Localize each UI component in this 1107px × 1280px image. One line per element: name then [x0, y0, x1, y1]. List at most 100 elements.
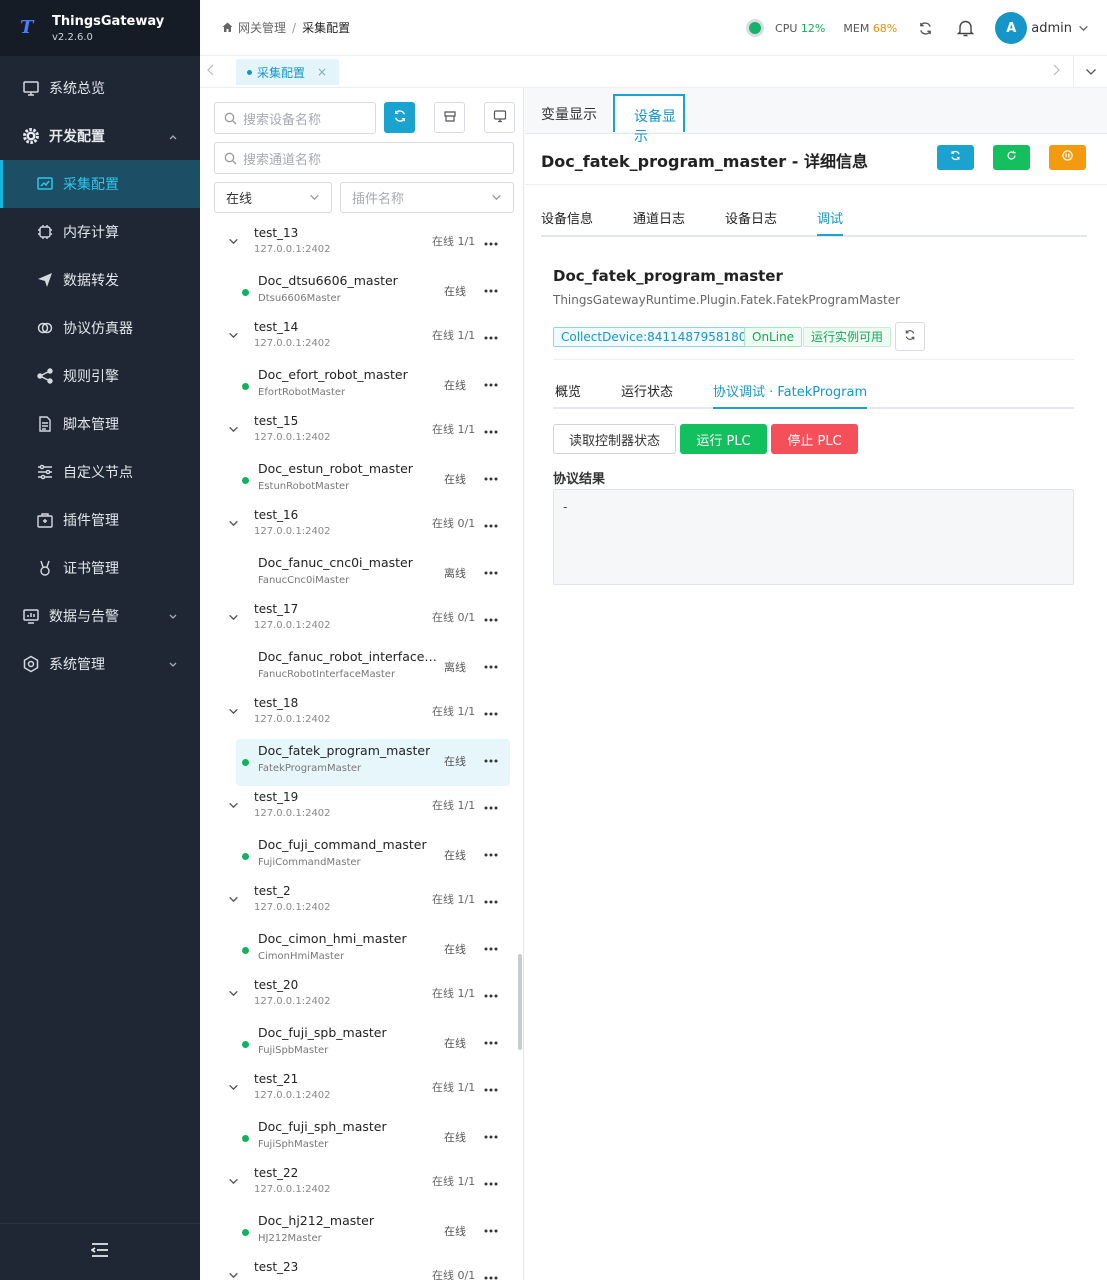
channel-row[interactable]: test_14 127.0.0.1:2402 在线 1/1 — [200, 316, 518, 363]
restart-device-button[interactable] — [993, 145, 1030, 170]
chevron-down-icon[interactable] — [228, 424, 239, 439]
chevron-down-icon[interactable] — [1078, 23, 1089, 34]
device-row[interactable]: Doc_hj212_master HJ212Master 在线 — [236, 1209, 510, 1256]
chevron-down-icon[interactable] — [228, 1270, 239, 1280]
channel-row[interactable]: test_18 127.0.0.1:2402 在线 1/1 — [200, 692, 518, 739]
channel-row[interactable]: test_22 127.0.0.1:2402 在线 1/1 — [200, 1162, 518, 1209]
sidebar-item-script-manage[interactable]: 脚本管理 — [0, 400, 200, 448]
channel-row[interactable]: test_19 127.0.0.1:2402 在线 1/1 — [200, 786, 518, 833]
tab-device-view[interactable]: 设备显示 — [613, 94, 685, 145]
tab-device-info[interactable]: 设备信息 — [541, 208, 593, 227]
more-icon[interactable] — [484, 282, 498, 297]
tab-overview[interactable]: 概览 — [555, 381, 581, 400]
run-plc-button[interactable]: 运行 PLC — [680, 424, 767, 454]
chevron-down-icon[interactable] — [228, 330, 239, 345]
search-device-input[interactable]: 搜索设备名称 — [214, 102, 376, 134]
chevron-down-icon[interactable] — [228, 236, 239, 251]
chevron-down-icon[interactable] — [228, 1176, 239, 1191]
chevron-left-icon[interactable] — [206, 64, 216, 80]
tab-variable-view[interactable]: 变量显示 — [541, 104, 597, 124]
chevron-down-icon[interactable] — [228, 988, 239, 1003]
sidebar-item-plugin-manage[interactable]: 插件管理 — [0, 496, 200, 544]
sidebar-item-data-forward[interactable]: 数据转发 — [0, 256, 200, 304]
more-icon[interactable] — [484, 1175, 498, 1190]
more-icon[interactable] — [484, 752, 498, 767]
tab-device-log[interactable]: 设备日志 — [725, 208, 777, 227]
channel-row[interactable]: test_23 在线 0/1 — [200, 1256, 518, 1280]
more-icon[interactable] — [484, 1269, 498, 1280]
sidebar-item-collect-config[interactable]: 采集配置 — [0, 160, 200, 208]
chevron-down-icon[interactable] — [228, 706, 239, 721]
close-icon[interactable]: × — [317, 65, 327, 79]
sidebar-item-data-alarm[interactable]: 数据与告警 — [0, 592, 200, 640]
sidebar-item-rule-engine[interactable]: 规则引擎 — [0, 352, 200, 400]
breadcrumb-item[interactable]: 网关管理 — [238, 19, 286, 36]
channel-row[interactable]: test_21 127.0.0.1:2402 在线 1/1 — [200, 1068, 518, 1115]
chevron-right-icon[interactable] — [1039, 64, 1073, 80]
chevron-down-icon[interactable] — [228, 518, 239, 533]
device-row[interactable]: Doc_fanuc_robot_interface_m... FanucRobot… — [236, 645, 510, 692]
monitor-view-button[interactable] — [484, 102, 515, 133]
sidebar-item-custom-node[interactable]: 自定义节点 — [0, 448, 200, 496]
read-controller-status-button[interactable]: 读取控制器状态 — [553, 424, 676, 454]
device-row[interactable]: Doc_fatek_program_master FatekProgramMast… — [236, 739, 510, 786]
more-icon[interactable] — [484, 564, 498, 579]
channel-row[interactable]: test_13 127.0.0.1:2402 在线 1/1 — [200, 222, 518, 269]
more-icon[interactable] — [484, 376, 498, 391]
device-row[interactable]: Doc_fuji_command_master FujiCommandMaster… — [236, 833, 510, 880]
channel-row[interactable]: test_17 127.0.0.1:2402 在线 0/1 — [200, 598, 518, 645]
tab-channel-log[interactable]: 通道日志 — [633, 208, 685, 227]
more-icon[interactable] — [484, 1222, 498, 1237]
refresh-button[interactable] — [384, 102, 415, 133]
avatar[interactable]: A — [995, 12, 1028, 44]
sidebar-item-dev-config[interactable]: 开发配置 — [0, 112, 200, 160]
sidebar-item-memory-calc[interactable]: 内存计算 — [0, 208, 200, 256]
more-icon[interactable] — [484, 987, 498, 1002]
more-icon[interactable] — [484, 658, 498, 673]
sidebar-item-system-manage[interactable]: 系统管理 — [0, 640, 200, 688]
device-row[interactable]: Doc_fuji_spb_master FujiSpbMaster 在线 — [236, 1021, 510, 1068]
device-row[interactable]: Doc_fanuc_cnc0i_master FanucCnc0iMaster 离线 — [236, 551, 510, 598]
channel-row[interactable]: test_16 127.0.0.1:2402 在线 0/1 — [200, 504, 518, 551]
more-icon[interactable] — [484, 1034, 498, 1049]
more-icon[interactable] — [484, 705, 498, 720]
chevron-down-icon[interactable] — [228, 894, 239, 909]
channel-row[interactable]: test_20 127.0.0.1:2402 在线 1/1 — [200, 974, 518, 1021]
more-icon[interactable] — [484, 611, 498, 626]
status-filter-select[interactable]: 在线 — [214, 182, 332, 213]
chevron-down-icon[interactable] — [228, 1082, 239, 1097]
plugin-filter-select[interactable]: 插件名称 — [340, 182, 514, 213]
plugin-settings-button[interactable] — [434, 102, 465, 133]
channel-row[interactable]: test_15 127.0.0.1:2402 在线 1/1 — [200, 410, 518, 457]
tab-debug[interactable]: 调试 — [817, 208, 844, 236]
more-icon[interactable] — [484, 1081, 498, 1096]
more-icon[interactable] — [484, 893, 498, 908]
device-row[interactable]: Doc_dtsu6606_master Dtsu6606Master 在线 — [236, 269, 510, 316]
tab-protocol-debug[interactable]: 协议调试 · FatekProgram — [713, 381, 868, 409]
chevron-down-icon[interactable] — [228, 612, 239, 627]
more-icon[interactable] — [484, 470, 498, 485]
pause-device-button[interactable] — [1049, 145, 1086, 170]
page-tab-collect-config[interactable]: 采集配置 × — [236, 59, 340, 85]
sidebar-item-overview[interactable]: 系统总览 — [0, 64, 200, 112]
tab-run-state[interactable]: 运行状态 — [621, 381, 673, 400]
refresh-detail-button[interactable] — [937, 145, 974, 170]
collapse-sidebar-button[interactable] — [0, 1223, 200, 1280]
more-icon[interactable] — [484, 423, 498, 438]
refresh-status-button[interactable] — [895, 322, 925, 351]
more-icon[interactable] — [484, 235, 498, 250]
more-icon[interactable] — [484, 799, 498, 814]
more-icon[interactable] — [484, 1128, 498, 1143]
sidebar-item-protocol-simulator[interactable]: 协议仿真器 — [0, 304, 200, 352]
tree-scrollbar[interactable] — [518, 954, 522, 1050]
stop-plc-button[interactable]: 停止 PLC — [771, 424, 858, 454]
refresh-icon[interactable] — [915, 18, 935, 38]
chevron-down-icon[interactable] — [228, 800, 239, 815]
more-icon[interactable] — [484, 846, 498, 861]
sidebar-item-cert-manage[interactable]: 证书管理 — [0, 544, 200, 592]
more-icon[interactable] — [484, 940, 498, 955]
device-row[interactable]: Doc_efort_robot_master EfortRobotMaster 在线 — [236, 363, 510, 410]
more-icon[interactable] — [484, 329, 498, 344]
device-row[interactable]: Doc_cimon_hmi_master CimonHmiMaster 在线 — [236, 927, 510, 974]
search-channel-input[interactable]: 搜索通道名称 — [214, 142, 514, 174]
